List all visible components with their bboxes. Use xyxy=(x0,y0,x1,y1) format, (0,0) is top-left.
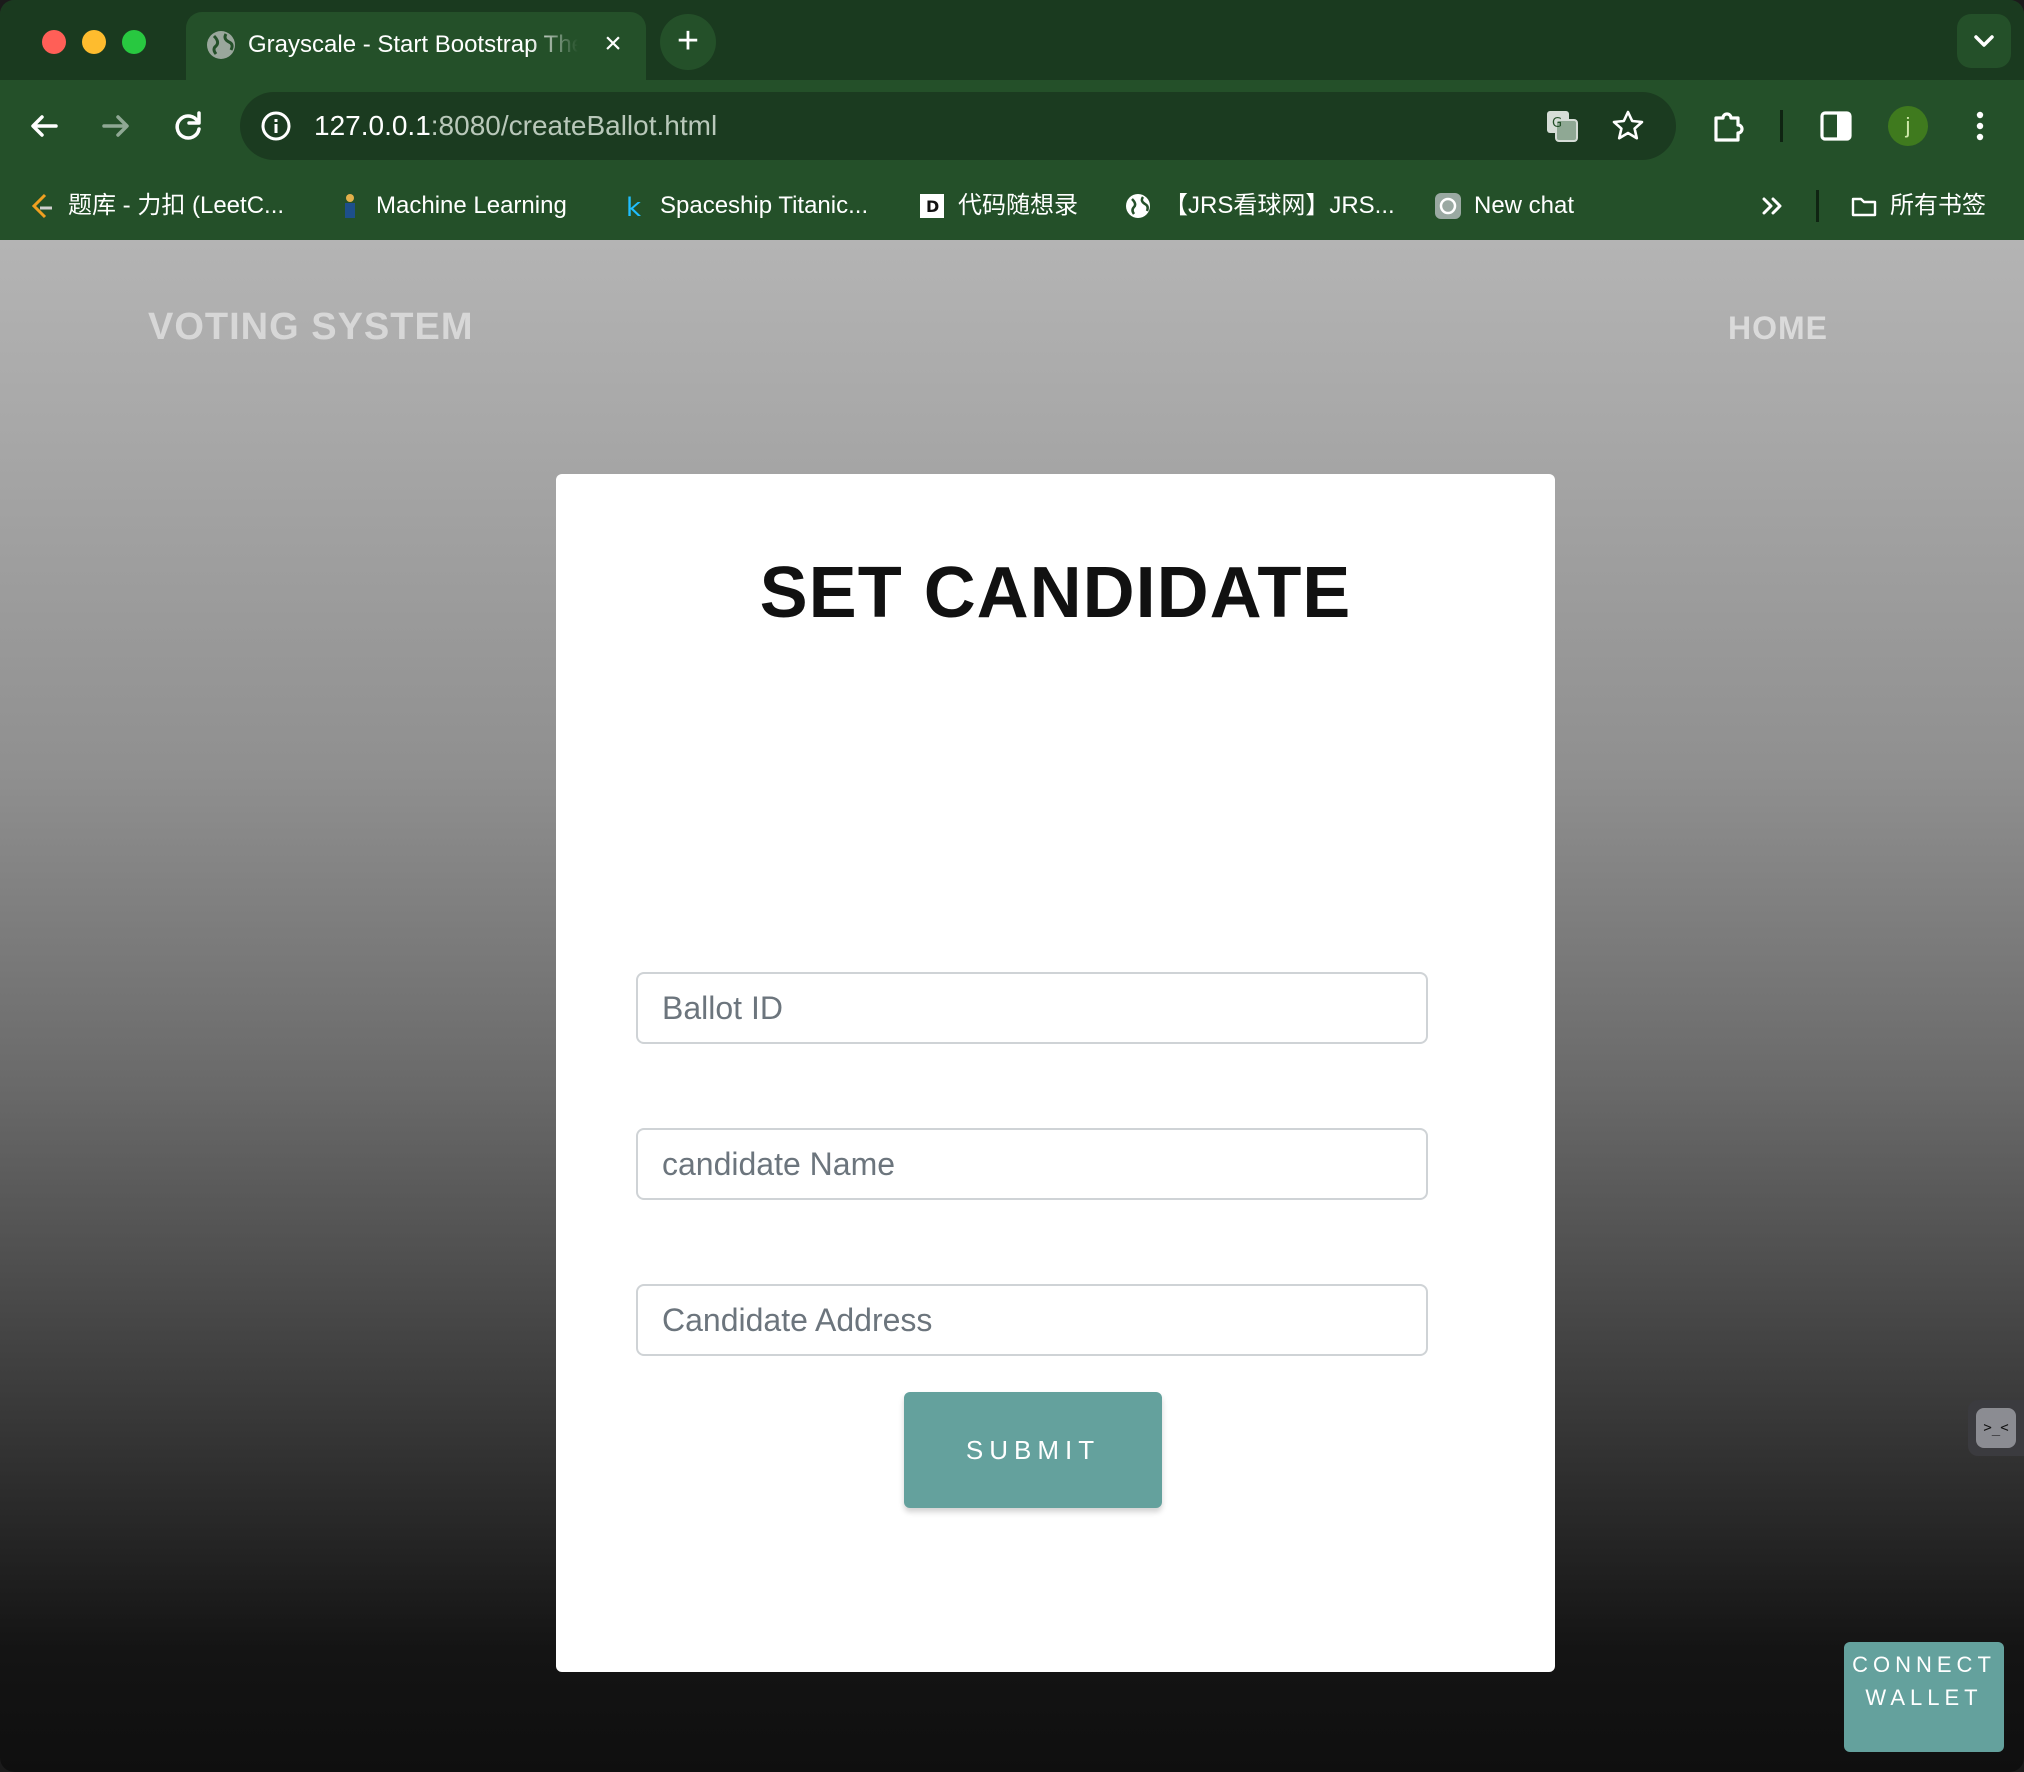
svg-text:D: D xyxy=(926,197,939,216)
bookmark-jrs[interactable]: 【JRS看球网】JRS... xyxy=(1124,186,1414,226)
side-panel-icon[interactable] xyxy=(1812,102,1860,150)
site-info-icon[interactable] xyxy=(260,110,292,142)
all-bookmarks-button[interactable]: 所有书签 xyxy=(1850,186,2010,226)
ml-icon xyxy=(345,194,355,218)
bookmarks-bar: 题库 - 力扣 (LeetC... Machine Learning k Spa… xyxy=(0,172,2024,240)
bookmark-new-chat[interactable]: New chat xyxy=(1434,186,1604,226)
bookmark-spaceship-titanic[interactable]: k Spaceship Titanic... xyxy=(620,186,890,226)
maximize-window-button[interactable] xyxy=(122,30,146,54)
tab-strip: Grayscale - Start Bootstrap Theme × + xyxy=(0,0,2024,80)
daima-icon: D xyxy=(920,194,944,218)
form-title: SET CANDIDATE xyxy=(759,553,1352,633)
bookmark-leetcode[interactable]: 题库 - 力扣 (LeetC... xyxy=(28,186,308,226)
url-host: 127.0.0.1 xyxy=(314,110,431,141)
svg-text:k: k xyxy=(626,193,641,220)
reload-icon[interactable] xyxy=(164,102,212,150)
toolbar-separator xyxy=(1780,110,1783,142)
close-window-button[interactable] xyxy=(42,30,66,54)
translate-icon[interactable]: G xyxy=(1544,108,1580,144)
candidate-name-input[interactable] xyxy=(636,1128,1428,1200)
candidate-address-input[interactable] xyxy=(636,1284,1428,1356)
forward-arrow-icon[interactable] xyxy=(92,102,140,150)
page-content: VOTING SYSTEM HOME SET CANDIDATE SUBMIT … xyxy=(0,240,2024,1772)
back-arrow-icon[interactable] xyxy=(20,102,68,150)
chatgpt-icon xyxy=(1435,193,1461,219)
ballot-id-input[interactable] xyxy=(636,972,1428,1044)
browser-window: Grayscale - Start Bootstrap Theme × + xyxy=(0,0,2024,1772)
url-text: 127.0.0.1:8080/createBallot.html xyxy=(314,106,717,146)
extensions-icon[interactable] xyxy=(1704,102,1752,150)
browser-toolbar: 127.0.0.1:8080/createBallot.html G j xyxy=(0,80,2024,172)
bookmark-star-icon[interactable] xyxy=(1610,108,1646,144)
extension-widget[interactable]: >_< xyxy=(1968,1400,2024,1456)
globe-icon xyxy=(1126,194,1150,218)
svg-text:G: G xyxy=(1552,116,1562,131)
leetcode-icon xyxy=(31,193,52,219)
tab-search-button[interactable] xyxy=(1957,14,2011,68)
minimize-window-button[interactable] xyxy=(82,30,106,54)
navbar-brand[interactable]: VOTING SYSTEM xyxy=(148,306,473,349)
extension-face-icon: >_< xyxy=(1976,1408,2016,1448)
set-candidate-card: SET CANDIDATE SUBMIT xyxy=(556,474,1555,1672)
more-menu-icon[interactable] xyxy=(1956,102,2004,150)
submit-button[interactable]: SUBMIT xyxy=(904,1392,1162,1508)
bookmark-machine-learning[interactable]: Machine Learning xyxy=(336,186,586,226)
url-path: :8080/createBallot.html xyxy=(430,110,718,141)
nav-home-link[interactable]: HOME xyxy=(1728,310,1828,347)
kaggle-icon: k xyxy=(626,193,641,220)
tab-title: Grayscale - Start Bootstrap Theme xyxy=(248,31,578,58)
bookmark-daima[interactable]: D 代码随想录 xyxy=(918,186,1088,226)
globe-icon xyxy=(207,31,235,59)
bookmarks-separator xyxy=(1816,190,1819,222)
new-tab-button[interactable]: + xyxy=(660,14,716,70)
address-bar[interactable]: 127.0.0.1:8080/createBallot.html G xyxy=(240,92,1676,160)
more-bookmarks-chevron-icon[interactable] xyxy=(1756,190,1788,222)
folder-icon xyxy=(1851,197,1877,217)
close-tab-icon[interactable]: × xyxy=(598,29,628,59)
chevron-down-icon xyxy=(1974,35,1994,47)
profile-avatar[interactable]: j xyxy=(1888,106,1928,146)
connect-wallet-button[interactable]: CONNECT WALLET xyxy=(1844,1642,2004,1752)
active-tab[interactable]: Grayscale - Start Bootstrap Theme × xyxy=(186,12,646,80)
